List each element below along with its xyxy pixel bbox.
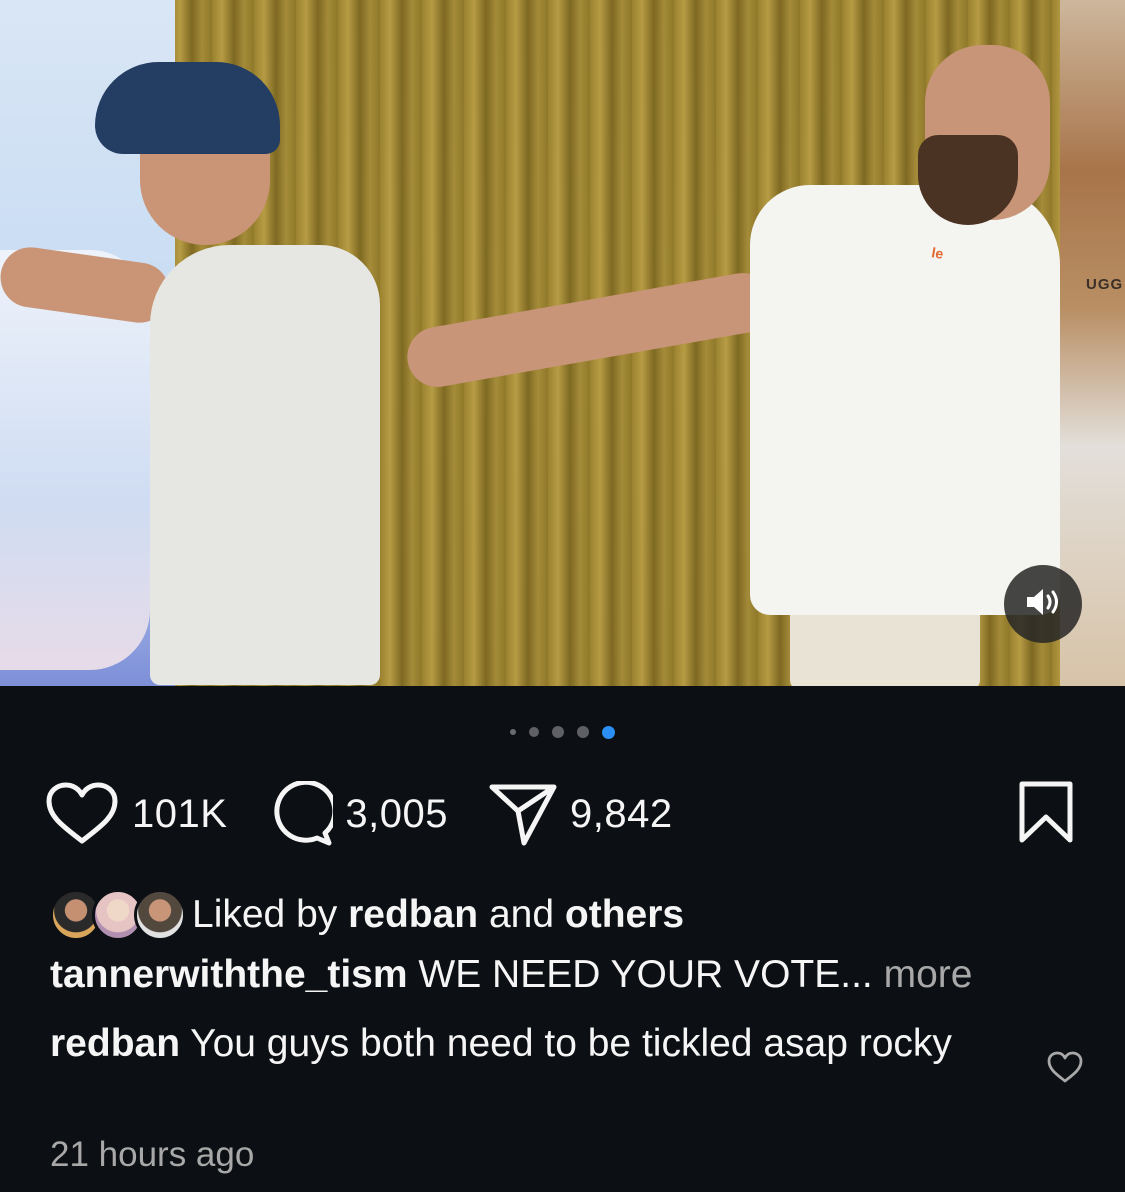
liked-by-row[interactable]: Liked by redban and others	[50, 885, 684, 945]
liked-by-user[interactable]: redban	[348, 893, 478, 936]
person-left-body	[150, 245, 380, 685]
liked-by-others[interactable]: others	[565, 893, 684, 936]
post-caption: tannerwiththe_tism WE NEED YOUR VOTE... …	[50, 950, 1070, 1000]
carousel-dot	[552, 726, 564, 738]
carousel-dot	[529, 727, 539, 737]
post-timestamp: 21 hours ago	[50, 1135, 255, 1174]
share-icon[interactable]	[488, 781, 558, 847]
person-left-cap	[95, 62, 280, 154]
shares-count[interactable]: 9,842	[570, 792, 673, 837]
post-photo[interactable]: UGG le	[0, 0, 1125, 686]
comment-icon[interactable]	[267, 781, 334, 847]
likes-count[interactable]: 101K	[132, 792, 227, 837]
carousel-dot	[577, 726, 589, 738]
comment-action: 3,005	[267, 781, 448, 847]
caption-username[interactable]: tannerwiththe_tism	[50, 953, 408, 996]
carousel-indicator	[0, 722, 1125, 742]
person-right-body	[750, 185, 1060, 615]
comment-text: You guys both need to be tickled asap ro…	[180, 1022, 952, 1065]
like-action: 101K	[44, 781, 227, 847]
comment-username[interactable]: redban	[50, 1022, 180, 1065]
action-bar: 101K 3,005 9,842	[44, 781, 1075, 847]
carousel-dot	[510, 729, 516, 735]
caption-text: WE NEED YOUR VOTE...	[407, 953, 873, 996]
bookmark-icon[interactable]	[1017, 779, 1075, 850]
comment-preview: redban You guys both need to be tickled …	[50, 1020, 980, 1068]
share-action: 9,842	[488, 781, 673, 847]
caption-more-link[interactable]: more	[873, 953, 973, 996]
comments-count[interactable]: 3,005	[345, 792, 448, 837]
liked-by-text: Liked by redban and others	[192, 893, 685, 936]
liker-avatars	[50, 887, 186, 943]
volume-icon	[1023, 585, 1063, 624]
comment-like-heart-icon[interactable]	[1046, 1050, 1084, 1089]
mute-toggle-button[interactable]	[1004, 565, 1082, 643]
carousel-dot-active	[602, 725, 615, 739]
avatar	[134, 889, 186, 941]
heart-icon[interactable]	[44, 781, 120, 847]
store-sign: UGG	[1086, 276, 1124, 293]
